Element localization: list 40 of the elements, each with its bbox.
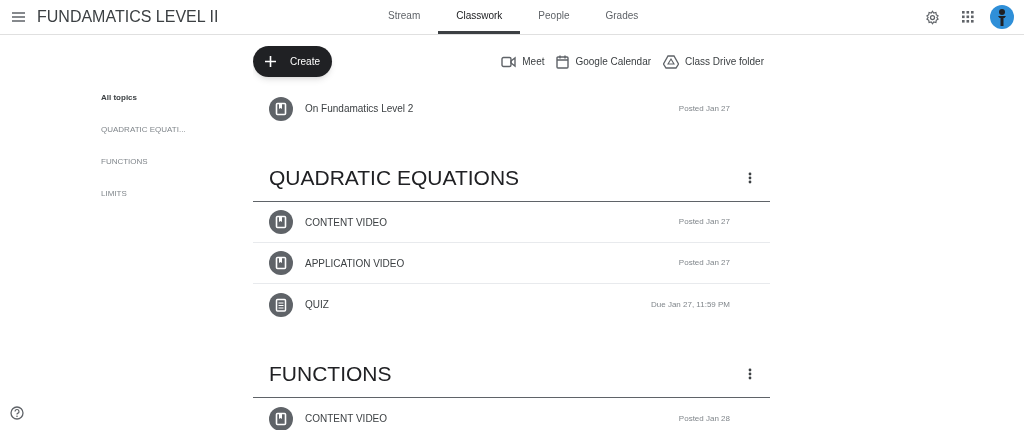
bookmark-icon [269, 251, 293, 275]
topic-link[interactable]: FUNCTIONS [101, 156, 253, 188]
nav-tab[interactable]: Grades [587, 0, 657, 34]
topic-heading: QUADRATIC EQUATIONS [269, 164, 520, 191]
topic-link[interactable]: LIMITS [101, 188, 253, 220]
item-title[interactable]: QUIZ [305, 297, 329, 312]
bookmark-icon [269, 96, 293, 121]
item-date: Posted Jan 28 [678, 412, 730, 425]
triangle-icon [663, 54, 680, 69]
create-button[interactable]: Create [253, 46, 332, 77]
topic-link[interactable]: QUADRATIC EQUATI... [101, 124, 253, 156]
menu-icon[interactable] [12, 12, 25, 22]
nav-tab[interactable]: People [520, 0, 588, 34]
clipboard-icon [269, 292, 293, 317]
more-options-icon[interactable] [748, 171, 752, 184]
item-date: Posted Jan 27 [678, 257, 730, 269]
help-icon[interactable] [10, 406, 24, 420]
plus-icon [265, 56, 276, 67]
more-options-icon[interactable] [748, 367, 752, 380]
item-title[interactable]: APPLICATION VIDEO [305, 255, 405, 271]
toolbar-link[interactable]: Class Drive folder [685, 54, 764, 69]
video-camera-icon [501, 55, 517, 68]
toolbar-link[interactable]: Meet [522, 54, 545, 69]
settings-icon[interactable] [925, 9, 940, 25]
item-title[interactable]: CONTENT VIDEO [305, 214, 388, 230]
item-date: Posted Jan 27 [678, 216, 730, 228]
class-title[interactable]: FUNDAMATICS LEVEL II [37, 5, 227, 29]
apps-grid-icon[interactable] [962, 11, 974, 23]
topic-heading: FUNCTIONS [269, 360, 392, 387]
item-date: Posted Jan 27 [678, 102, 730, 115]
item-date: Due Jan 27, 11:59 PM [651, 298, 730, 311]
item-title[interactable]: On Fundamatics Level 2 [305, 101, 414, 116]
avatar[interactable] [990, 5, 1014, 29]
nav-tab[interactable]: Stream [370, 0, 439, 34]
calendar-icon [556, 54, 570, 69]
toolbar-link[interactable]: Google Calendar [575, 54, 652, 69]
nav-tab[interactable]: Classwork [438, 0, 521, 34]
topic-link[interactable]: All topics [101, 92, 253, 124]
item-title[interactable]: CONTENT VIDEO [305, 411, 388, 426]
bookmark-icon [269, 210, 293, 234]
